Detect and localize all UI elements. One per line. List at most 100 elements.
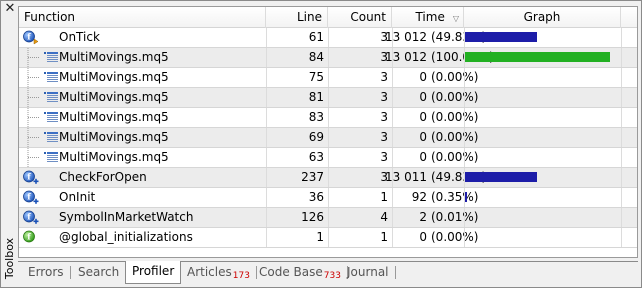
column-divider xyxy=(328,168,329,187)
table-row[interactable]: MultiMovings.mq5 63 3 0 (0.00%) xyxy=(19,148,637,168)
column-divider xyxy=(328,68,329,87)
code-line-icon xyxy=(43,70,59,85)
time-value: 0 xyxy=(419,110,427,124)
column-divider xyxy=(328,208,329,227)
function-name: MultiMovings.mq5 xyxy=(59,150,169,164)
table-row[interactable]: f OnInit 36 1 92 (0.35%) xyxy=(19,188,637,208)
table-row[interactable]: f CheckForOpen 237 3 13 011 (49.83%) xyxy=(19,168,637,188)
time-percent: (0.00%) xyxy=(431,130,479,144)
table-row[interactable]: MultiMovings.mq5 69 3 0 (0.00%) xyxy=(19,128,637,148)
tab-articles[interactable]: Articles173 xyxy=(181,262,257,283)
function-name: SymbolInMarketWatch xyxy=(59,210,194,224)
column-divider xyxy=(392,68,393,87)
column-divider xyxy=(392,168,393,187)
code-line-icon xyxy=(43,110,59,125)
column-header-count-label: Count xyxy=(350,10,386,24)
line-value: 63 xyxy=(308,150,324,164)
column-divider xyxy=(328,108,329,127)
function-name: CheckForOpen xyxy=(59,170,147,184)
sort-descending-icon: ▽ xyxy=(452,14,459,23)
column-divider xyxy=(392,88,393,107)
column-divider xyxy=(464,108,465,127)
tab-label: Errors xyxy=(28,265,64,279)
time-percent: (0.00%) xyxy=(431,150,479,164)
line-value: 36 xyxy=(308,190,324,204)
column-header-graph[interactable]: Graph xyxy=(464,7,621,28)
column-divider xyxy=(621,88,622,107)
table-row[interactable]: MultiMovings.mq5 75 3 0 (0.00%) xyxy=(19,68,637,88)
column-divider xyxy=(266,208,267,227)
column-divider xyxy=(464,88,465,107)
table-row[interactable]: f SymbolInMarketWatch 126 4 2 (0.01%) xyxy=(19,208,637,228)
column-divider xyxy=(266,28,267,47)
time-graph-bar xyxy=(465,192,467,202)
column-divider xyxy=(328,48,329,67)
time-percent: (0.01%) xyxy=(431,210,479,224)
column-divider xyxy=(392,28,393,47)
column-header-time[interactable]: Time ▽ xyxy=(392,7,464,28)
code-line-icon xyxy=(43,130,59,145)
tab-badge-count: 733 xyxy=(323,271,341,281)
column-divider xyxy=(621,108,622,127)
line-value: 84 xyxy=(308,50,324,64)
column-divider xyxy=(392,208,393,227)
tab-code-base[interactable]: Code Base733 xyxy=(253,262,348,283)
svg-text:f: f xyxy=(27,232,31,242)
column-header-time-label: Time xyxy=(415,10,445,24)
tab-separator xyxy=(394,266,396,279)
column-divider xyxy=(464,148,465,167)
function-plus-icon: f xyxy=(23,190,39,205)
function-name: MultiMovings.mq5 xyxy=(59,130,169,144)
function-name: MultiMovings.mq5 xyxy=(59,70,169,84)
tab-errors[interactable]: Errors xyxy=(22,262,71,283)
line-value: 1 xyxy=(316,230,324,244)
line-value: 75 xyxy=(308,70,324,84)
function-name: @global_initializations xyxy=(59,230,193,244)
column-divider xyxy=(392,228,393,247)
time-graph-bar xyxy=(465,172,537,182)
table-row[interactable]: MultiMovings.mq5 81 3 0 (0.00%) xyxy=(19,88,637,108)
column-header-line[interactable]: Line xyxy=(266,7,328,28)
time-value: 13 012 xyxy=(385,50,427,64)
toolbox-side-title: Toolbox xyxy=(1,17,18,283)
tab-search[interactable]: Search xyxy=(72,262,127,283)
column-divider xyxy=(266,188,267,207)
code-line-icon xyxy=(43,150,59,165)
function-name: OnInit xyxy=(59,190,96,204)
column-divider xyxy=(621,168,622,187)
column-divider xyxy=(392,148,393,167)
tab-label: Profiler xyxy=(132,264,175,278)
column-header-count[interactable]: Count xyxy=(328,7,392,28)
column-divider xyxy=(328,228,329,247)
function-green-icon: f xyxy=(23,230,39,245)
tab-badge-count: 173 xyxy=(232,271,250,281)
time-percent: (0.00%) xyxy=(431,90,479,104)
code-line-icon xyxy=(43,50,59,65)
time-graph-bar xyxy=(465,52,610,62)
time-value: 13 012 xyxy=(385,30,427,44)
table-row[interactable]: MultiMovings.mq5 83 3 0 (0.00%) xyxy=(19,108,637,128)
table-row[interactable]: f @global_initializations 1 1 0 (0.00%) xyxy=(19,228,637,248)
column-divider xyxy=(266,68,267,87)
table-row[interactable]: MultiMovings.mq5 84 3 13 012 (100.00%) xyxy=(19,48,637,68)
column-header-function[interactable]: Function xyxy=(19,7,266,28)
tab-separator xyxy=(69,266,71,279)
column-divider xyxy=(328,188,329,207)
close-icon[interactable]: ✕ xyxy=(3,2,17,16)
table-row[interactable]: f OnTick 61 3 13 012 (49.83%) xyxy=(19,28,637,48)
tab-profiler[interactable]: Profiler xyxy=(125,261,182,284)
svg-text:f: f xyxy=(27,172,31,182)
profiler-table: Function Line Count Time ▽ Graph f OnTick 6… xyxy=(18,6,638,258)
column-divider xyxy=(621,68,622,87)
tab-journal[interactable]: Journal xyxy=(341,262,396,283)
svg-text:f: f xyxy=(27,192,31,202)
column-header-function-label: Function xyxy=(24,10,76,24)
line-value: 126 xyxy=(301,210,324,224)
svg-text:f: f xyxy=(27,212,31,222)
function-name: MultiMovings.mq5 xyxy=(59,110,169,124)
column-divider xyxy=(392,108,393,127)
line-value: 69 xyxy=(308,130,324,144)
line-value: 61 xyxy=(308,30,324,44)
column-divider xyxy=(328,88,329,107)
column-divider xyxy=(392,48,393,67)
